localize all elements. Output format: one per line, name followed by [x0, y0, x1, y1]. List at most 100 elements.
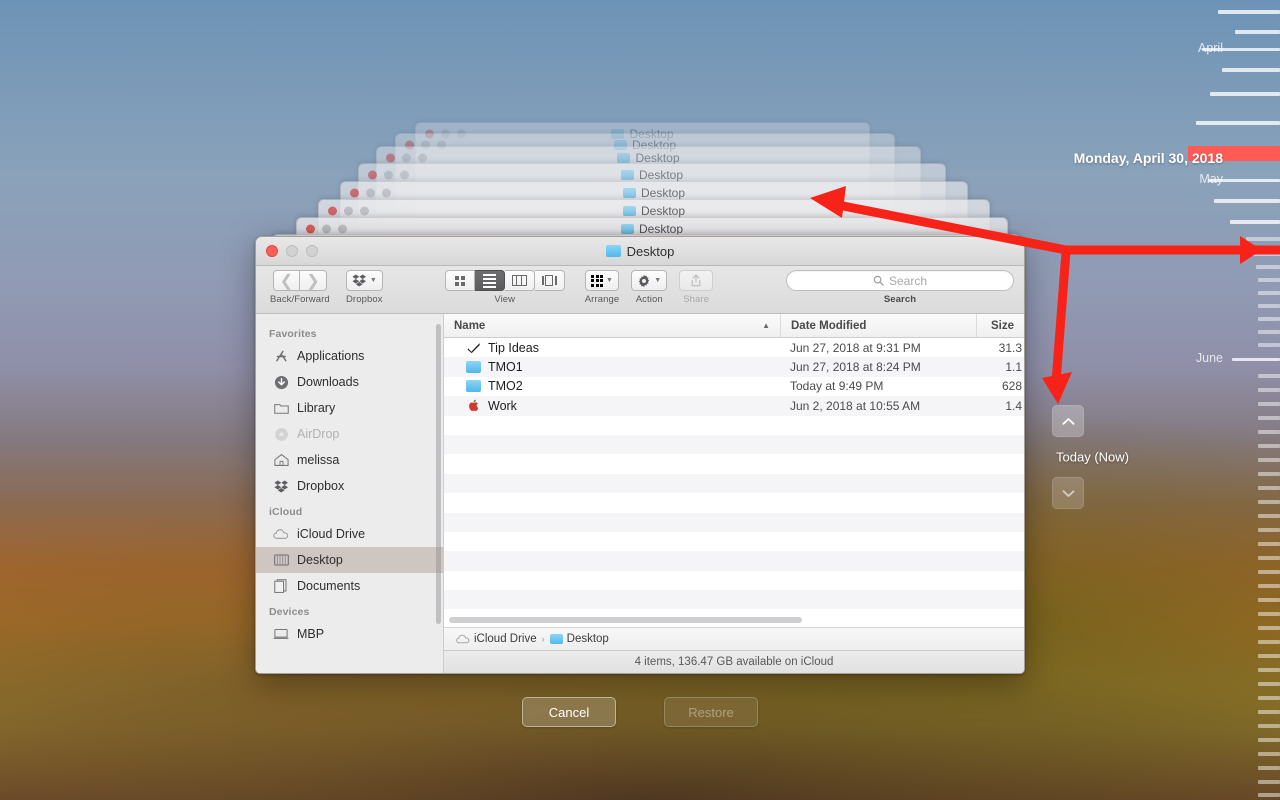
empty-row: [444, 512, 1024, 532]
timeline-tick[interactable]: [1235, 30, 1280, 34]
timeline-tick[interactable]: [1258, 626, 1280, 630]
timeline-tick[interactable]: [1230, 220, 1280, 224]
timeline-tick[interactable]: [1218, 10, 1280, 14]
table-row[interactable]: Work Jun 2, 2018 at 10:55 AM 1.4: [444, 396, 1024, 416]
timeline-tick[interactable]: [1258, 584, 1280, 588]
timeline-tick[interactable]: [1258, 598, 1280, 602]
timeline-tick[interactable]: [1258, 430, 1280, 434]
breadcrumb-item[interactable]: iCloud Drive: [456, 633, 537, 645]
sidebar-item-dropbox[interactable]: Dropbox: [256, 473, 443, 499]
timeline-tick[interactable]: [1258, 402, 1280, 406]
timeline-down-button[interactable]: [1052, 477, 1084, 509]
timeline-tick[interactable]: [1246, 237, 1280, 241]
timeline-tick[interactable]: [1258, 444, 1280, 448]
timeline-tick[interactable]: [1258, 388, 1280, 392]
column-header-size[interactable]: Size: [976, 314, 1024, 337]
time-machine-timeline[interactable]: April May June Monday, April 30, 2018 Toda…: [1035, 0, 1280, 800]
column-view-button[interactable]: [504, 270, 535, 291]
timeline-tick[interactable]: [1258, 766, 1280, 770]
timeline-tick[interactable]: [1258, 612, 1280, 616]
timeline-tick[interactable]: [1258, 416, 1280, 420]
back-button[interactable]: ❮: [272, 270, 300, 291]
timeline-tick[interactable]: [1258, 738, 1280, 742]
minimize-icon: [322, 224, 331, 234]
column-header-name[interactable]: Name ▲: [444, 314, 780, 337]
horizontal-scrollbar[interactable]: [449, 617, 803, 623]
share-button[interactable]: [679, 270, 714, 291]
timeline-tick[interactable]: [1258, 780, 1280, 784]
list-view-button[interactable]: [474, 270, 505, 291]
timeline-tick[interactable]: [1210, 92, 1280, 96]
sidebar-item-desktop[interactable]: Desktop: [256, 547, 443, 573]
timeline-tick[interactable]: [1258, 486, 1280, 490]
timeline-tick[interactable]: [1258, 291, 1280, 295]
zoom-button[interactable]: [306, 245, 318, 257]
sidebar-item-icloud-drive[interactable]: iCloud Drive: [256, 521, 443, 547]
timeline-tick[interactable]: [1258, 682, 1280, 686]
timeline-tick[interactable]: [1258, 374, 1280, 378]
stacked-window-title-text: Desktop: [640, 204, 686, 218]
timeline-tick[interactable]: [1258, 793, 1280, 797]
timeline-tick[interactable]: [1258, 542, 1280, 546]
timeline-tick[interactable]: [1256, 265, 1280, 269]
sidebar-section-header: Favorites: [269, 328, 317, 340]
sidebar-item-documents[interactable]: Documents: [256, 573, 443, 599]
column-header-date[interactable]: Date Modified: [780, 314, 976, 337]
timeline-tick[interactable]: [1214, 199, 1280, 203]
timeline-tick[interactable]: [1258, 343, 1280, 347]
timeline-tick[interactable]: [1258, 458, 1280, 462]
arrange-button[interactable]: ▼: [585, 270, 619, 291]
chevron-down-icon: ▼: [606, 277, 613, 284]
sidebar-item-applications[interactable]: Applications: [256, 343, 443, 369]
timeline-up-button[interactable]: [1052, 405, 1084, 437]
cancel-button[interactable]: Cancel: [522, 697, 616, 727]
timeline-tick[interactable]: [1258, 640, 1280, 644]
action-button[interactable]: ▼: [631, 270, 668, 291]
sidebar-item-library[interactable]: Library: [256, 395, 443, 421]
timeline-tick[interactable]: [1222, 68, 1280, 72]
dropbox-button[interactable]: ▼: [345, 270, 383, 291]
sidebar-item-airdrop[interactable]: AirDrop: [256, 421, 443, 447]
timeline-tick[interactable]: [1258, 330, 1280, 334]
timeline-tick[interactable]: [1258, 472, 1280, 476]
timeline-tick[interactable]: [1232, 358, 1280, 361]
table-row[interactable]: TMO2 Today at 9:49 PM 628: [444, 377, 1024, 396]
timeline-tick[interactable]: [1258, 668, 1280, 672]
close-button[interactable]: [266, 245, 278, 257]
sidebar-item-downloads[interactable]: Downloads: [256, 369, 443, 395]
minimize-icon: [384, 170, 393, 180]
timeline-tick[interactable]: [1258, 570, 1280, 574]
current-backup-date: Monday, April 30, 2018: [1073, 150, 1223, 166]
gallery-view-button[interactable]: [534, 270, 565, 291]
icon-view-button[interactable]: [444, 270, 475, 291]
timeline-tick[interactable]: [1258, 500, 1280, 504]
timeline-tick[interactable]: [1258, 528, 1280, 532]
forward-button[interactable]: ❯: [299, 270, 327, 291]
sidebar-item-melissa[interactable]: melissa: [256, 447, 443, 473]
table-row[interactable]: Tip Ideas Jun 27, 2018 at 9:31 PM 31.3: [444, 338, 1024, 357]
checkmark-doc-icon: [467, 342, 480, 353]
timeline-tick[interactable]: [1258, 556, 1280, 560]
timeline-tick[interactable]: [1258, 514, 1280, 518]
breadcrumb-item[interactable]: Desktop: [549, 633, 609, 645]
table-row[interactable]: TMO1 Jun 27, 2018 at 8:24 PM 1.1: [444, 357, 1024, 377]
timeline-tick[interactable]: [1258, 317, 1280, 321]
timeline-tick[interactable]: [1258, 304, 1280, 308]
file-size-cell: 31.3: [998, 340, 1022, 355]
timeline-tick[interactable]: [1258, 696, 1280, 700]
window-titlebar: Desktop: [256, 237, 1024, 266]
timeline-tick[interactable]: [1258, 710, 1280, 714]
sidebar-item-label: melissa: [297, 453, 340, 467]
timeline-tick[interactable]: [1258, 654, 1280, 658]
sidebar-item-mbp[interactable]: MBP: [256, 621, 443, 647]
timeline-tick[interactable]: [1258, 278, 1280, 282]
timeline-tick[interactable]: [1258, 752, 1280, 756]
gear-icon: [639, 274, 650, 287]
sidebar-scrollbar[interactable]: [436, 324, 441, 624]
minimize-button[interactable]: [286, 245, 298, 257]
timeline-tick[interactable]: [1258, 724, 1280, 728]
timeline-tick[interactable]: [1252, 252, 1280, 256]
search-field[interactable]: Search: [786, 270, 1014, 291]
timeline-tick[interactable]: [1196, 121, 1280, 125]
laptop-icon: [273, 626, 289, 642]
